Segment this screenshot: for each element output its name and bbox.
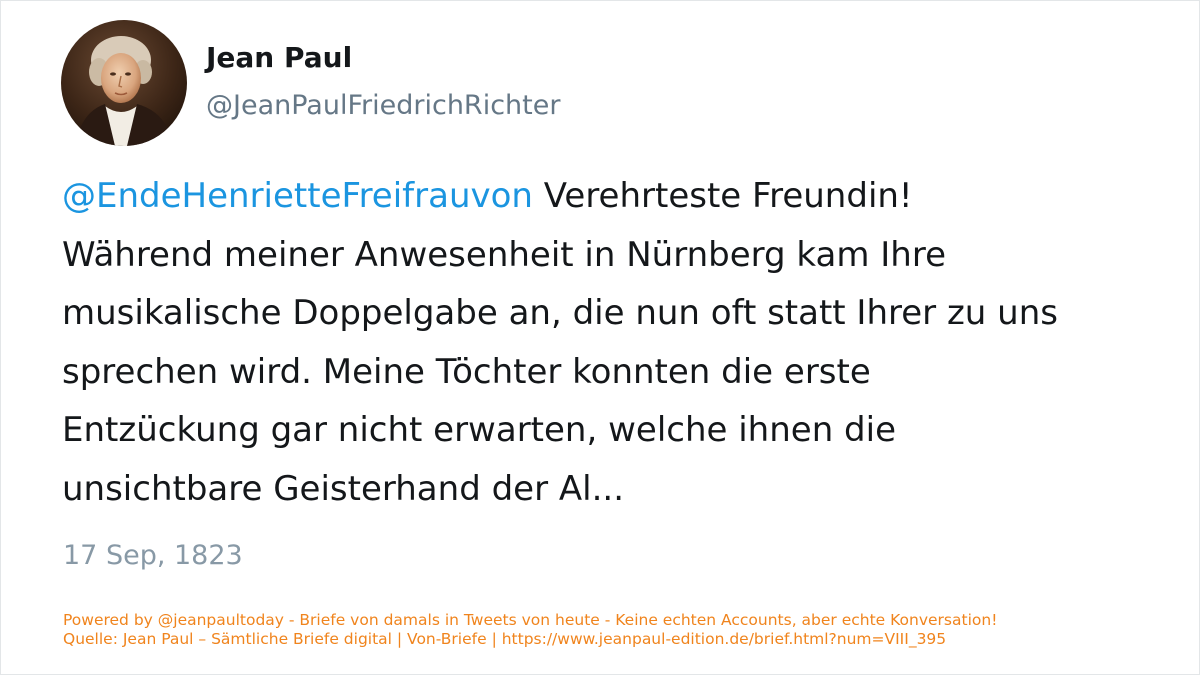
tweet-text-line: Während meiner Anwesenheit in Nürnberg k… (62, 234, 946, 275)
tweet-date: 17 Sep, 1823 (63, 540, 243, 571)
tweet-text: @EndeHenrietteFreifrauvon Verehrteste Fr… (62, 167, 1172, 518)
author-avatar[interactable] (61, 20, 187, 146)
tweet-card: Jean Paul @JeanPaulFriedrichRichter @End… (0, 0, 1200, 675)
tweet-text-line: Entzückung gar nicht erwarten, welche ih… (62, 410, 896, 450)
tweet-text-line: sprechen wird. Meine Töchter konnten die… (62, 351, 871, 392)
mention-link[interactable]: @EndeHenrietteFreifrauvon (62, 176, 533, 216)
author-handle[interactable]: @JeanPaulFriedrichRichter (206, 89, 560, 123)
tweet-text-line: musikalische Doppelgabe an, die nun oft … (62, 293, 1058, 333)
tweet-text-segment: Verehrteste Freundin! (532, 176, 913, 216)
tweet-text-line: @EndeHenrietteFreifrauvon Verehrteste Fr… (62, 167, 1172, 226)
footer-credits: Powered by @jeanpaultoday - Briefe von d… (63, 611, 1173, 649)
footer-powered-by: Powered by @jeanpaultoday - Briefe von d… (63, 611, 998, 629)
portrait-avatar-icon (61, 20, 187, 146)
author-name[interactable]: Jean Paul (206, 41, 352, 75)
footer-source: Quelle: Jean Paul – Sämtliche Briefe dig… (63, 630, 947, 648)
tweet-text-line: unsichtbare Geisterhand der Al... (62, 468, 624, 509)
